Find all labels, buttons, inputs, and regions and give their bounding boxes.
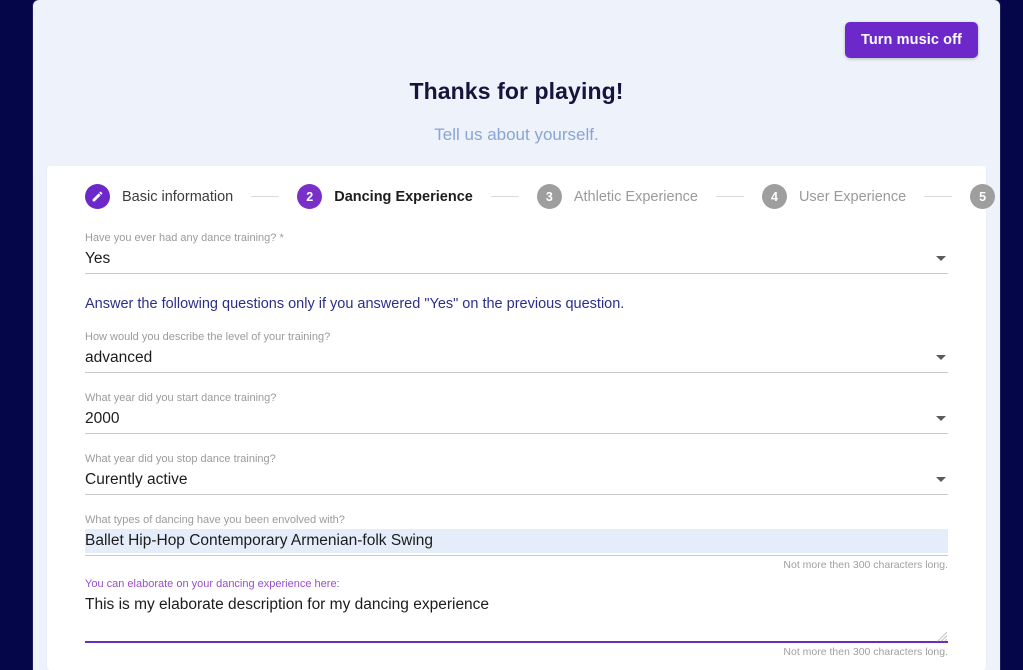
field-stop-year: What year did you stop dance training? C… bbox=[85, 452, 948, 495]
step-number-badge: 5 bbox=[970, 184, 996, 209]
chevron-down-icon[interactable] bbox=[936, 477, 946, 482]
field-label: What year did you start dance training? bbox=[85, 392, 277, 404]
form-panel: Basic information 2 Dancing Experience 3… bbox=[47, 166, 996, 670]
field-label: What year did you stop dance training? bbox=[85, 453, 276, 465]
stepper-item-athletic-experience[interactable]: 3 Athletic Experience bbox=[536, 184, 698, 209]
stepper-label: Athletic Experience bbox=[573, 188, 698, 205]
field-training-level: How would you describe the level of your… bbox=[85, 330, 948, 373]
page-card: Turn music off Thanks for playing! Tell … bbox=[33, 0, 1000, 670]
stepper-label: Dancing Experience bbox=[334, 188, 473, 205]
chevron-down-icon[interactable] bbox=[936, 355, 946, 360]
page-title: Thanks for playing! bbox=[409, 78, 624, 104]
stepper-item-basic-information[interactable]: Basic information bbox=[85, 184, 233, 209]
field-dance-training: Have you ever had any dance training? * … bbox=[85, 231, 948, 274]
form-actions: Back Next bbox=[85, 658, 948, 670]
stepper-item-dancing-experience[interactable]: 2 Dancing Experience bbox=[297, 184, 473, 209]
training-level-select[interactable]: advanced bbox=[85, 346, 948, 373]
field-value: Ballet Hip-Hop Contemporary Armenian-fol… bbox=[85, 529, 948, 553]
field-value: Yes bbox=[85, 250, 111, 267]
stepper-connector bbox=[490, 196, 519, 197]
step-number-badge: 4 bbox=[761, 184, 787, 209]
chevron-down-icon[interactable] bbox=[936, 416, 946, 421]
dance-types-input[interactable]: Ballet Hip-Hop Contemporary Armenian-fol… bbox=[85, 529, 948, 556]
stepper-connector bbox=[251, 196, 280, 197]
step-number-badge: 3 bbox=[536, 184, 562, 209]
stepper-item-done[interactable]: 5 Done bbox=[970, 184, 1000, 209]
field-label: Have you ever had any dance training? * bbox=[85, 232, 284, 244]
elaborate-textarea[interactable]: This is my elaborate description for my … bbox=[85, 593, 948, 643]
field-label: What types of dancing have you been envo… bbox=[85, 514, 345, 526]
stepper-connector bbox=[715, 196, 744, 197]
character-limit-hint: Not more then 300 characters long. bbox=[783, 646, 948, 658]
pencil-icon bbox=[85, 184, 110, 209]
dance-training-select[interactable]: Yes bbox=[85, 247, 948, 274]
stepper-item-user-experience[interactable]: 4 User Experience bbox=[761, 184, 907, 209]
field-label: You can elaborate on your dancing experi… bbox=[85, 578, 340, 590]
stepper-label: User Experience bbox=[798, 188, 907, 205]
form-fields: Have you ever had any dance training? * … bbox=[47, 209, 986, 670]
field-elaborate: You can elaborate on your dancing experi… bbox=[85, 577, 948, 658]
field-start-year: What year did you start dance training? … bbox=[85, 391, 948, 434]
step-number-badge: 2 bbox=[297, 184, 323, 209]
field-value: Curently active bbox=[85, 471, 188, 488]
stepper-connector bbox=[924, 196, 953, 197]
resize-grip-icon[interactable] bbox=[936, 629, 948, 643]
field-dance-types: What types of dancing have you been envo… bbox=[85, 513, 948, 571]
chevron-down-icon[interactable] bbox=[936, 256, 946, 261]
character-limit-hint: Not more then 300 characters long. bbox=[783, 559, 948, 571]
field-label: How would you describe the level of your… bbox=[85, 331, 331, 343]
field-value: advanced bbox=[85, 349, 153, 366]
stepper: Basic information 2 Dancing Experience 3… bbox=[47, 166, 996, 209]
page-subtitle: Tell us about yourself. bbox=[434, 125, 599, 144]
field-value: 2000 bbox=[85, 410, 120, 427]
conditional-note: Answer the following questions only if y… bbox=[85, 296, 625, 312]
screen-root: Turn music off Thanks for playing! Tell … bbox=[0, 0, 1023, 670]
start-year-select[interactable]: 2000 bbox=[85, 407, 948, 434]
field-value: This is my elaborate description for my … bbox=[85, 596, 490, 613]
stepper-label: Basic information bbox=[122, 188, 234, 205]
hero-section: Thanks for playing! Tell us about yourse… bbox=[33, 0, 1000, 145]
stop-year-select[interactable]: Curently active bbox=[85, 468, 948, 495]
